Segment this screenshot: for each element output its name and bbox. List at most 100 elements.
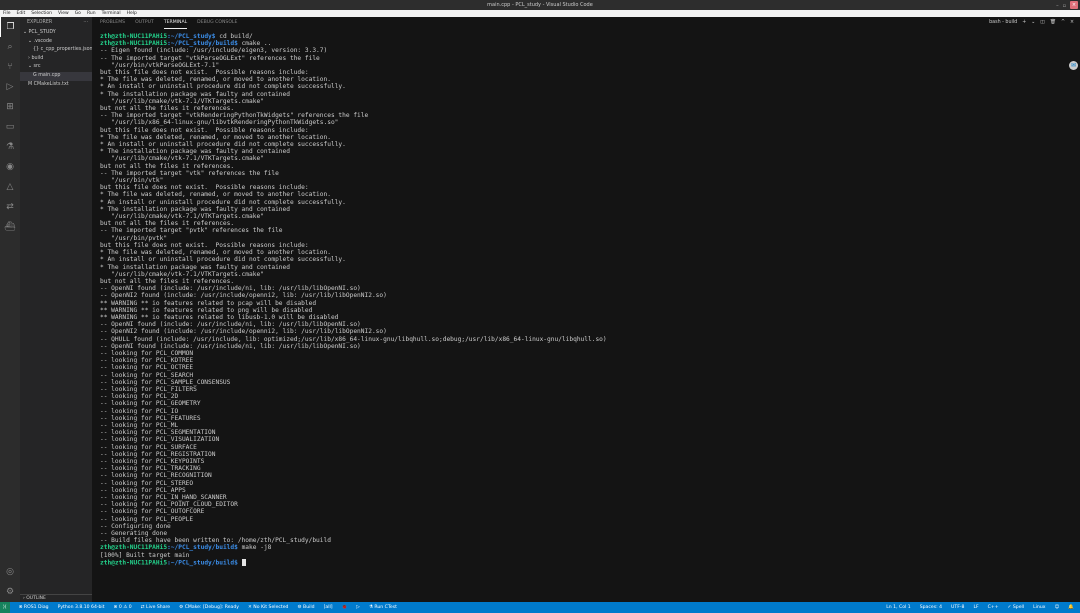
ros-icon[interactable]: ◉ bbox=[0, 157, 20, 177]
terminal-line: -- OpenNI2 found (include: /usr/include/… bbox=[100, 328, 387, 336]
prompt-path: :~/PCL_study/build$ bbox=[167, 40, 238, 48]
prompt-user: zth@zth-NUC11PAHi5 bbox=[100, 544, 168, 552]
status-item[interactable]: Spaces: 4 bbox=[920, 602, 942, 613]
status-item[interactable]: Linux bbox=[1033, 602, 1045, 613]
notification-icon[interactable]: ✉ bbox=[1069, 61, 1078, 70]
status-item[interactable]: LF bbox=[973, 602, 978, 613]
window-title: main.cpp - PCL_study - Visual Studio Cod… bbox=[487, 2, 593, 8]
terminal-line: but this file does not exist. Possible r… bbox=[100, 69, 309, 77]
terminal-line: but not all the files it references. bbox=[100, 220, 235, 228]
explorer-icon[interactable]: ❐ bbox=[0, 17, 20, 37]
status-item[interactable]: ⇄ Live Share bbox=[141, 602, 170, 613]
status-item[interactable]: ▷ bbox=[356, 602, 360, 613]
menu-run[interactable]: Run bbox=[87, 10, 96, 17]
close-window-button[interactable]: × bbox=[1070, 1, 1078, 9]
activity-bar: ❐ ⌕ ⑂ ▷ ⊞ ▭ ⚗ ◉ △ ⇄ ⛴ ◎ ⚙ bbox=[0, 17, 20, 602]
terminal-line: ** WARNING ** io features related to pca… bbox=[100, 299, 317, 307]
command-text: cd build/ bbox=[215, 33, 253, 40]
prompt-path: :~/PCL_study/build$ bbox=[167, 559, 238, 567]
terminal-shell-select[interactable]: bash - build bbox=[989, 17, 1017, 29]
terminal-output[interactable]: zth@zth-NUC11PAHi5:~/PCL_study$ cd build… bbox=[100, 33, 607, 567]
terminal-line: * The installation package was faulty an… bbox=[100, 205, 290, 213]
terminal-line: -- looking for PCL_APPS bbox=[100, 486, 186, 494]
terminal-controls: bash - build + ⌄ ◫ 🗑 ^ × bbox=[989, 17, 1074, 29]
terminal-line: * The file was deleted, renamed, or move… bbox=[100, 76, 331, 84]
terminal-line: -- looking for PCL_VISUALIZATION bbox=[100, 436, 220, 444]
status-item[interactable]: Ln 1, Col 1 bbox=[886, 602, 910, 613]
remote-explorer-icon[interactable]: ▭ bbox=[0, 117, 20, 137]
tree-item[interactable]: M CMakeLists.txt bbox=[20, 81, 92, 90]
search-icon[interactable]: ⌕ bbox=[0, 37, 20, 57]
command-text: cmake .. bbox=[237, 40, 272, 48]
terminal-line: ** WARNING ** io features related to png… bbox=[100, 306, 313, 314]
account-icon[interactable]: ◎ bbox=[0, 562, 20, 582]
terminal-cursor bbox=[241, 558, 246, 566]
outline-section[interactable]: › OUTLINE bbox=[20, 594, 92, 602]
kill-terminal-button[interactable]: 🗑 bbox=[1050, 17, 1056, 29]
terminal-line: -- Generating done bbox=[100, 530, 168, 538]
tree-item[interactable]: › build bbox=[20, 55, 92, 64]
docker-icon[interactable]: ⛴ bbox=[0, 217, 20, 237]
maximize-panel-button[interactable]: ^ bbox=[1061, 17, 1065, 29]
tree-item[interactable]: ⌄ src bbox=[20, 63, 92, 72]
source-control-icon[interactable]: ⑂ bbox=[0, 57, 20, 77]
split-terminal-button[interactable]: ◫ bbox=[1040, 17, 1045, 29]
status-item[interactable]: ✕ No Kit Selected bbox=[248, 602, 288, 613]
status-item[interactable]: ⚗ Run CTest bbox=[369, 602, 397, 613]
status-item[interactable]: ⚙ CMake: [Debug]: Ready bbox=[179, 602, 239, 613]
terminal-line: but not all the files it references. bbox=[100, 277, 235, 285]
tree-item[interactable]: ⌄ .vscode bbox=[20, 38, 92, 47]
tab-problems[interactable]: PROBLEMS bbox=[100, 17, 125, 29]
more-actions-button[interactable]: ··· bbox=[83, 17, 88, 29]
terminal-line: "/usr/lib/cmake/vtk-7.1/VTKTargets.cmake… bbox=[100, 270, 264, 278]
terminal-line: zth@zth-NUC11PAHi5:~/PCL_study/build$ cm… bbox=[100, 40, 607, 47]
status-item[interactable]: 🔔 bbox=[1068, 602, 1074, 613]
terminal-line: -- looking for PCL_RECOGNITION bbox=[100, 472, 212, 480]
settings-gear-icon[interactable]: ⚙ bbox=[0, 582, 20, 602]
terminal-line: * An install or uninstall procedure did … bbox=[100, 83, 346, 91]
tab-terminal[interactable]: TERMINAL bbox=[163, 17, 188, 29]
status-item[interactable]: ⚙ Build bbox=[297, 602, 314, 613]
menu-terminal[interactable]: Terminal bbox=[102, 10, 121, 17]
menu-file[interactable]: File bbox=[3, 10, 11, 17]
new-terminal-button[interactable]: + bbox=[1022, 17, 1026, 29]
live-share-icon[interactable]: ⇄ bbox=[0, 197, 20, 217]
terminal-line: but not all the files it references. bbox=[100, 162, 235, 170]
remote-indicator[interactable]: ⟩⟨ bbox=[0, 602, 10, 613]
menu-go[interactable]: Go bbox=[75, 10, 81, 17]
close-panel-button[interactable]: × bbox=[1070, 17, 1074, 29]
tab-debug-console[interactable]: DEBUG CONSOLE bbox=[197, 17, 237, 29]
tree-item[interactable]: G main.cpp bbox=[20, 71, 92, 81]
status-item[interactable]: ⊗ 0 ⚠ 0 bbox=[114, 602, 132, 613]
menu-help[interactable]: Help bbox=[127, 10, 137, 17]
menu-selection[interactable]: Selection bbox=[31, 10, 52, 17]
menu-view[interactable]: View bbox=[58, 10, 69, 17]
status-item[interactable]: UTF-8 bbox=[951, 602, 964, 613]
terminal-line: -- looking for PCL_KEYPOINTS bbox=[100, 457, 205, 465]
prompt-user: zth@zth-NUC11PAHi5 bbox=[100, 33, 168, 40]
terminal-line: but this file does not exist. Possible r… bbox=[100, 126, 309, 134]
tab-output[interactable]: OUTPUT bbox=[135, 17, 154, 29]
cmake-icon[interactable]: △ bbox=[0, 177, 20, 197]
terminal-line: -- OpenNI found (include: /usr/include/n… bbox=[100, 342, 361, 350]
menu-edit[interactable]: Edit bbox=[17, 10, 26, 17]
terminal-dropdown-button[interactable]: ⌄ bbox=[1031, 17, 1035, 29]
testing-icon[interactable]: ⚗ bbox=[0, 137, 20, 157]
terminal-line: * The installation package was faulty an… bbox=[100, 148, 290, 156]
prompt-user: zth@zth-NUC11PAHi5 bbox=[100, 40, 168, 48]
status-item[interactable]: 🐞 bbox=[342, 602, 348, 613]
status-item[interactable]: Python 3.8.10 64-bit bbox=[58, 602, 105, 613]
status-item[interactable]: ⊗ ROS1 Diag bbox=[19, 602, 49, 613]
status-item[interactable]: C++ bbox=[988, 602, 999, 613]
tree-item[interactable]: ⌄ PCL_STUDY bbox=[20, 29, 92, 38]
terminal-line: "/usr/bin/pvtk" bbox=[100, 234, 168, 242]
status-item[interactable]: ☺ bbox=[1054, 602, 1059, 613]
status-item[interactable]: [all] bbox=[324, 602, 333, 613]
terminal-line: zth@zth-NUC11PAHi5:~/PCL_study/build$ ma… bbox=[100, 544, 607, 551]
run-debug-icon[interactable]: ▷ bbox=[0, 77, 20, 97]
status-item[interactable]: ✓ Spell bbox=[1008, 602, 1025, 613]
explorer-sidebar: EXPLORER ··· ⌄ PCL_STUDY ⌄ .vscode{} c_cpp… bbox=[20, 17, 92, 602]
tree-item[interactable]: {} c_cpp_properties.json bbox=[20, 46, 92, 55]
extensions-icon[interactable]: ⊞ bbox=[0, 97, 20, 117]
file-tree: ⌄ PCL_STUDY ⌄ .vscode{} c_cpp_properties.… bbox=[20, 29, 92, 89]
